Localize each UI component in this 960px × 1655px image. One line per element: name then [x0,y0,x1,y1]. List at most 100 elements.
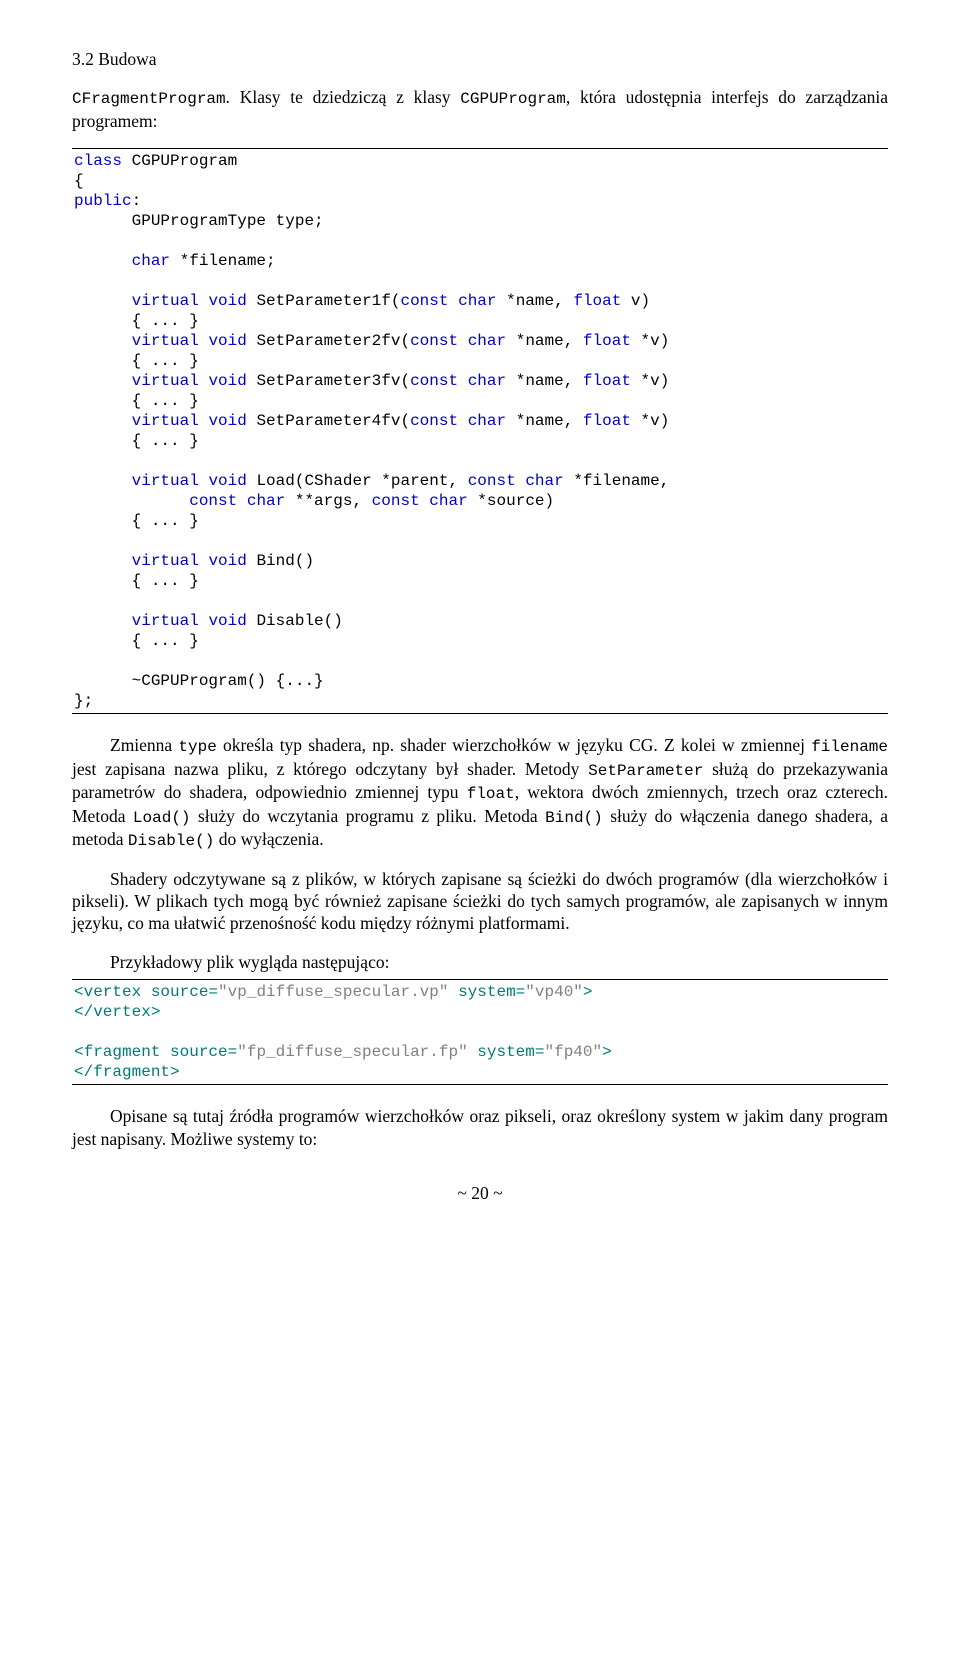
code-inline: Bind() [545,809,603,827]
txt: v) [621,292,650,310]
tag: system= [448,983,525,1001]
txt: *name, [497,292,574,310]
kw: void [208,292,246,310]
txt: *name, [506,332,583,350]
txt: **args, [285,492,371,510]
txt: GPUProgramType type; [132,212,324,230]
kw: const [189,492,237,510]
kw: void [208,332,246,350]
txt: { ... } [132,512,199,530]
sp [516,472,526,490]
code-inline: float [467,785,515,803]
txt: *name, [506,372,583,390]
kw: void [208,552,246,570]
tag: <vertex source= [74,983,218,1001]
kw: float [583,372,631,390]
txt: SetParameter4fv( [247,412,410,430]
text: do wyłączenia. [214,829,323,849]
txt: *filename, [564,472,670,490]
kw: const [410,372,458,390]
kw: virtual [132,412,199,430]
code-block-class: class CGPUProgram { public: GPUProgramTy… [72,148,888,714]
txt: { ... } [132,572,199,590]
sp [199,372,209,390]
kw: char [468,412,506,430]
sp [448,292,458,310]
text: jest zapisana nazwa pliku, z którego odc… [72,759,588,779]
str: "vp40" [525,983,583,1001]
txt: SetParameter2fv( [247,332,410,350]
kw: char [525,472,563,490]
kw: char [429,492,467,510]
kw: char [468,372,506,390]
str: "vp_diffuse_specular.vp" [218,983,448,1001]
tag: <fragment source= [74,1043,237,1061]
code-inline: Load() [133,809,191,827]
kw: const [410,332,458,350]
kw: virtual [132,332,199,350]
kw: char [132,252,170,270]
sp [420,492,430,510]
code-inline: type [178,738,216,756]
kw: void [208,612,246,630]
txt: { ... } [132,632,199,650]
paragraph-summary: Opisane są tutaj źródła programów wierzc… [72,1105,888,1150]
str: "fp_diffuse_specular.fp" [237,1043,467,1061]
code-inline: Disable() [128,832,214,850]
txt: *source) [468,492,554,510]
sp [199,332,209,350]
txt: { ... } [132,312,199,330]
kw: const [410,412,458,430]
code-inline: CFragmentProgram [72,90,226,108]
txt: Disable() [247,612,343,630]
code-inline: SetParameter [588,762,703,780]
kw: float [583,412,631,430]
txt: }; [74,692,93,710]
txt: *v) [631,372,669,390]
kw: float [583,332,631,350]
sp [458,372,468,390]
kw: public [74,192,132,210]
txt: *filename; [170,252,276,270]
tag: system= [468,1043,545,1061]
kw: virtual [132,472,199,490]
code-inline: CGPUProgram [460,90,566,108]
text: . Klasy te dziedziczą z klasy [226,87,461,107]
txt: CGPUProgram [122,152,237,170]
sp [199,552,209,570]
str: "fp40" [544,1043,602,1061]
kw: void [208,372,246,390]
code-block-xml: <vertex source="vp_diffuse_specular.vp" … [72,979,888,1085]
sp [199,412,209,430]
sp [458,332,468,350]
kw: virtual [132,292,199,310]
sp [199,472,209,490]
kw: const [400,292,448,310]
tag: > [602,1043,612,1061]
text: Zmienna [110,735,178,755]
sp [199,292,209,310]
text: określa typ shadera, np. shader wierzcho… [217,735,811,755]
paragraph-shaders: Shadery odczytywane są z plików, w który… [72,868,888,935]
txt: SetParameter3fv( [247,372,410,390]
txt: : [132,192,142,210]
kw: virtual [132,612,199,630]
kw: void [208,412,246,430]
tag: </fragment> [74,1063,180,1081]
kw: float [573,292,621,310]
section-header: 3.2 Budowa [72,48,888,70]
kw: class [74,152,122,170]
paragraph-type: Zmienna type określa typ shadera, np. sh… [72,734,888,851]
txt: Load(CShader *parent, [247,472,468,490]
txt: *v) [631,332,669,350]
tag: > [583,983,593,1001]
txt: { ... } [132,352,199,370]
kw: const [372,492,420,510]
tag: </vertex> [74,1003,160,1021]
code-inline: filename [811,738,888,756]
txt: *v) [631,412,669,430]
txt: { ... } [132,392,199,410]
page-number: ~ 20 ~ [72,1182,888,1204]
text: służy do wczytania programu z pliku. Met… [191,806,546,826]
txt: Bind() [247,552,314,570]
